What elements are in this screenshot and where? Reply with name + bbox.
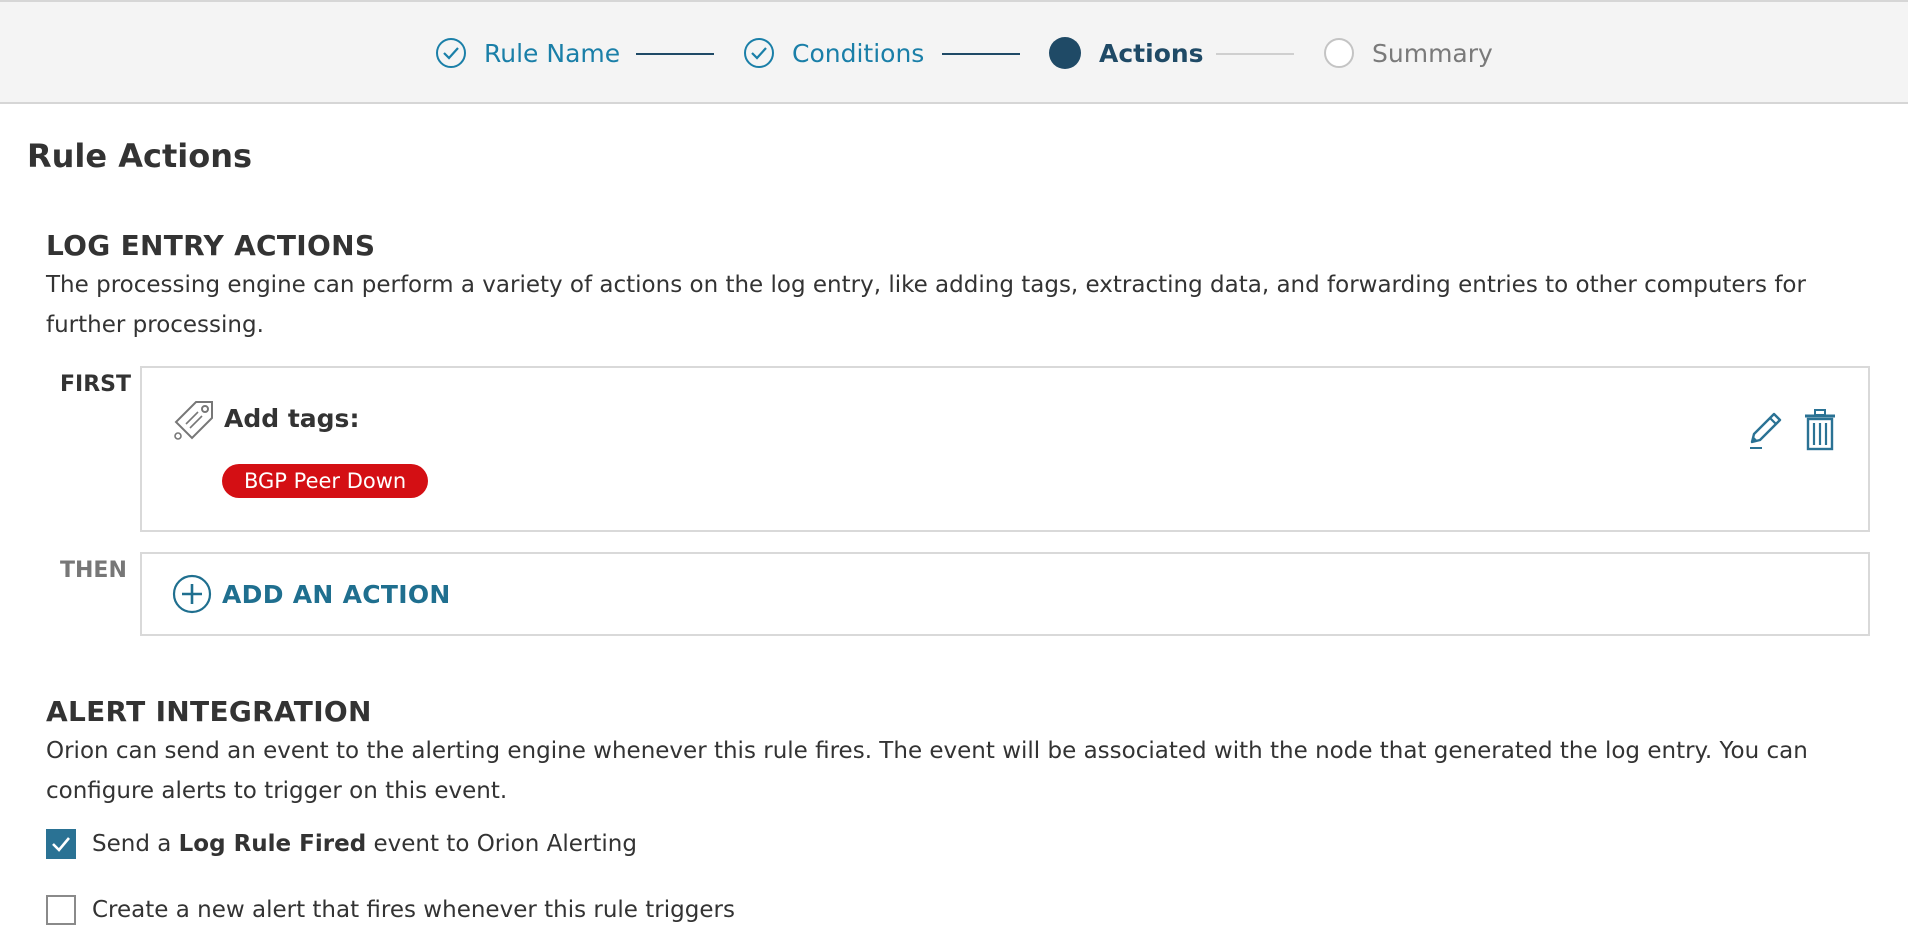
alert-integration-heading: ALERT INTEGRATION bbox=[46, 695, 372, 728]
empty-circle-icon bbox=[1324, 38, 1354, 68]
check-circle-icon bbox=[436, 38, 466, 68]
action-title: Add tags: bbox=[224, 404, 360, 433]
step-connector bbox=[636, 53, 714, 55]
wizard-stepper: Rule Name Conditions Actions Summary bbox=[0, 0, 1908, 104]
then-label: THEN bbox=[60, 558, 127, 583]
step-conditions[interactable]: Conditions bbox=[744, 35, 924, 71]
send-event-option[interactable]: Send a Log Rule Fired event to Orion Ale… bbox=[46, 829, 637, 859]
log-entry-actions-description: The processing engine can perform a vari… bbox=[46, 272, 1806, 338]
page-title: Rule Actions bbox=[27, 137, 253, 175]
create-alert-checkbox[interactable] bbox=[46, 895, 76, 925]
checkmark-icon bbox=[52, 837, 70, 852]
tag-icon bbox=[174, 401, 213, 440]
log-entry-actions-heading: LOG ENTRY ACTIONS bbox=[46, 229, 376, 262]
step-label: Rule Name bbox=[484, 38, 621, 68]
check-circle-icon bbox=[744, 38, 774, 68]
step-connector bbox=[1216, 53, 1294, 55]
label-suffix: event to Orion Alerting bbox=[366, 831, 637, 857]
alert-integration-description: Orion can send an event to the alerting … bbox=[46, 738, 1808, 804]
create-alert-option[interactable]: Create a new alert that fires whenever t… bbox=[46, 895, 735, 925]
step-connector bbox=[942, 53, 1020, 55]
step-actions[interactable]: Actions bbox=[1049, 35, 1204, 71]
create-alert-label: Create a new alert that fires whenever t… bbox=[92, 897, 735, 923]
current-step-icon bbox=[1049, 37, 1081, 69]
add-action-label: ADD AN ACTION bbox=[222, 579, 451, 609]
first-label: FIRST bbox=[60, 372, 132, 397]
delete-action-button[interactable] bbox=[1798, 406, 1842, 454]
tag-pill: BGP Peer Down bbox=[222, 464, 429, 498]
step-summary[interactable]: Summary bbox=[1324, 35, 1493, 71]
plus-circle-icon bbox=[172, 574, 212, 614]
label-prefix: Send a bbox=[92, 831, 179, 857]
send-event-checkbox[interactable] bbox=[46, 829, 76, 859]
add-action-card: ADD AN ACTION bbox=[140, 552, 1870, 636]
add-tags-action-card: Add tags: BGP Peer Down bbox=[140, 366, 1870, 532]
label-bold: Log Rule Fired bbox=[178, 831, 367, 857]
edit-action-button[interactable] bbox=[1742, 406, 1786, 454]
add-action-button[interactable]: ADD AN ACTION bbox=[172, 574, 451, 614]
send-event-label: Send a Log Rule Fired event to Orion Ale… bbox=[92, 831, 637, 857]
step-label: Actions bbox=[1099, 38, 1204, 68]
pencil-icon bbox=[1750, 412, 1782, 449]
step-label: Summary bbox=[1372, 38, 1493, 68]
trash-icon bbox=[1805, 409, 1835, 451]
step-label: Conditions bbox=[792, 38, 925, 68]
step-rule-name[interactable]: Rule Name bbox=[436, 35, 620, 71]
